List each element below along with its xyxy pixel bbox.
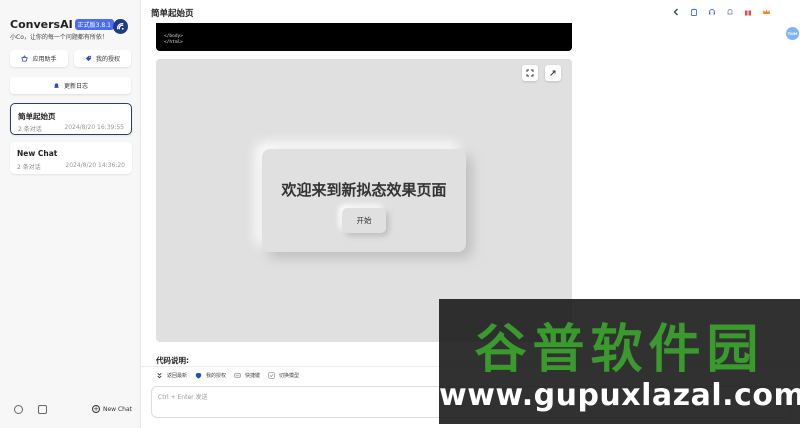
header-toolbar [664, 6, 772, 18]
tagline: 小Co，让你的每一个问题都有所依！ [10, 34, 108, 41]
code-block: </body> </html> [156, 23, 572, 51]
export-icon[interactable] [38, 405, 47, 414]
back-to-latest-label: 返回最新 [167, 373, 188, 379]
basket-icon [21, 55, 29, 62]
watermark-title: 谷普软件园 [474, 320, 765, 380]
chat-count: 2 条对话 [18, 126, 42, 133]
code-line: </html> [164, 40, 183, 45]
app-helper-button[interactable]: 应用助手 [10, 50, 68, 67]
model-icon [268, 372, 275, 379]
new-chat-button[interactable]: + New Chat [92, 405, 132, 413]
chat-date: 2024/8/20 16:39:55 [64, 124, 124, 131]
bell-icon[interactable] [724, 6, 736, 18]
shortcuts-label: 快捷键 [245, 373, 261, 379]
chat-title: New Chat [17, 149, 58, 158]
switch-model-label: 切换模型 [279, 373, 300, 379]
start-button[interactable]: 开始 [342, 208, 386, 233]
app-helper-label: 应用助手 [32, 56, 57, 63]
neumorphic-card: 欢迎来到新拟态效果页面 开始 [262, 149, 466, 252]
brand: ConversAI 正式版3.8.1 [10, 18, 114, 31]
keyboard-icon [234, 373, 241, 378]
bell-icon [54, 83, 59, 88]
clipboard-icon[interactable] [688, 6, 700, 18]
switch-model-button[interactable]: 切换模型 [268, 372, 299, 379]
chat-item[interactable]: New Chat 2 条对话 2024/8/20 14:36:20 [10, 142, 132, 174]
chat-count: 2 条对话 [17, 164, 41, 171]
my-auth-label: 我的授权 [95, 56, 120, 63]
double-chevron-down-icon [157, 373, 162, 379]
changelog-label: 更新日志 [63, 83, 88, 90]
plus-icon: + [92, 404, 100, 413]
watermark: 谷普软件园 www.gupuxlazal.com [439, 299, 800, 424]
chevron-left-icon[interactable] [670, 6, 682, 18]
fullscreen-icon[interactable] [522, 65, 538, 81]
settings-icon[interactable] [14, 405, 23, 414]
version-badge: 正式版3.8.1 [74, 19, 114, 30]
code-explanation-title: 代码说明: [156, 356, 189, 365]
tag-icon [85, 55, 92, 62]
watermark-url: www.gupuxlazal.com [439, 378, 800, 413]
back-to-latest-button[interactable]: 返回最新 [156, 372, 187, 379]
headset-icon[interactable] [706, 6, 718, 18]
sidebar: ConversAI 正式版3.8.1 小Co，让你的每一个问题都有所依！ 应用助… [0, 0, 141, 428]
chat-item[interactable]: 简单起始页 2 条对话 2024/8/20 16:39:55 [10, 103, 132, 135]
gift-icon[interactable] [742, 6, 754, 18]
my-auth-button[interactable]: 我的授权 [74, 50, 131, 67]
share-icon[interactable] [545, 65, 561, 81]
composer-toolbar: 返回最新 我的授权 快捷键 切换模型 [156, 372, 307, 379]
logo-icon[interactable] [113, 19, 128, 34]
chat-title: 简单起始页 [18, 112, 56, 121]
avatar[interactable]: TWM [786, 27, 799, 40]
shortcuts-button[interactable]: 快捷键 [234, 372, 260, 379]
shield-icon [195, 372, 202, 379]
page-title: 简单起始页 [151, 9, 194, 19]
chat-date: 2024/8/20 14:36:20 [65, 162, 125, 169]
changelog-button[interactable]: 更新日志 [10, 77, 131, 94]
card-title: 欢迎来到新拟态效果页面 [281, 181, 447, 199]
crown-icon[interactable] [760, 6, 772, 18]
new-chat-label: New Chat [103, 405, 133, 413]
app-name: ConversAI [10, 18, 73, 31]
my-auth-toolbar-label: 我的授权 [206, 373, 227, 379]
my-auth-toolbar-button[interactable]: 我的授权 [195, 372, 226, 379]
